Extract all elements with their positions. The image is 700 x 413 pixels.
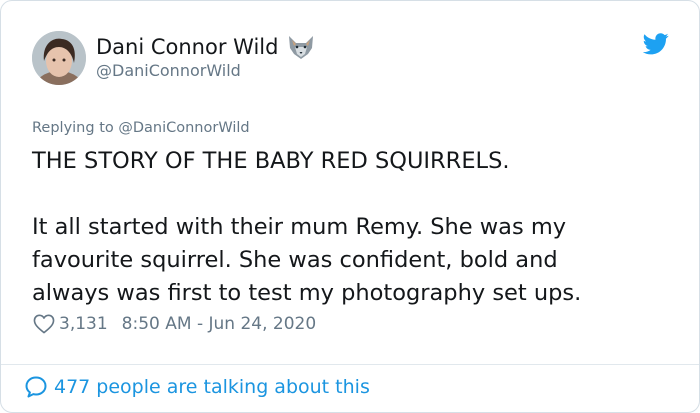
author-handle[interactable]: @DaniConnorWild: [96, 61, 241, 80]
wolf-icon: [289, 36, 314, 59]
author-display-name[interactable]: Dani Connor Wild: [96, 34, 278, 60]
heart-icon[interactable]: [33, 314, 55, 334]
avatar-image: [32, 31, 86, 85]
tweet-meta: 3,131 8:50 AM - Jun 24, 2020: [33, 314, 316, 334]
speech-bubble-icon: [25, 376, 47, 398]
talking-about-link[interactable]: 477 people are talking about this: [24, 375, 370, 399]
replying-to-label[interactable]: Replying to @DaniConnorWild: [32, 120, 250, 136]
divider: [1, 364, 699, 365]
talking-about-label[interactable]: 477 people are talking about this: [54, 376, 370, 398]
avatar[interactable]: [32, 31, 86, 85]
tweet-paragraph: It all started with their mum Remy. She …: [32, 214, 582, 306]
like-count[interactable]: 3,131: [59, 314, 108, 334]
tweet-card: Dani Connor Wild @DaniConnorWild Replyin…: [0, 0, 700, 413]
tweet-timestamp[interactable]: 8:50 AM - Jun 24, 2020: [122, 314, 317, 334]
twitter-bird-icon[interactable]: [643, 33, 669, 55]
author-name-row[interactable]: Dani Connor Wild: [96, 34, 316, 60]
tweet-paragraph: THE STORY OF THE BABY RED SQUIRRELS.: [32, 148, 510, 174]
tweet-text: THE STORY OF THE BABY RED SQUIRRELS. It …: [32, 145, 672, 310]
